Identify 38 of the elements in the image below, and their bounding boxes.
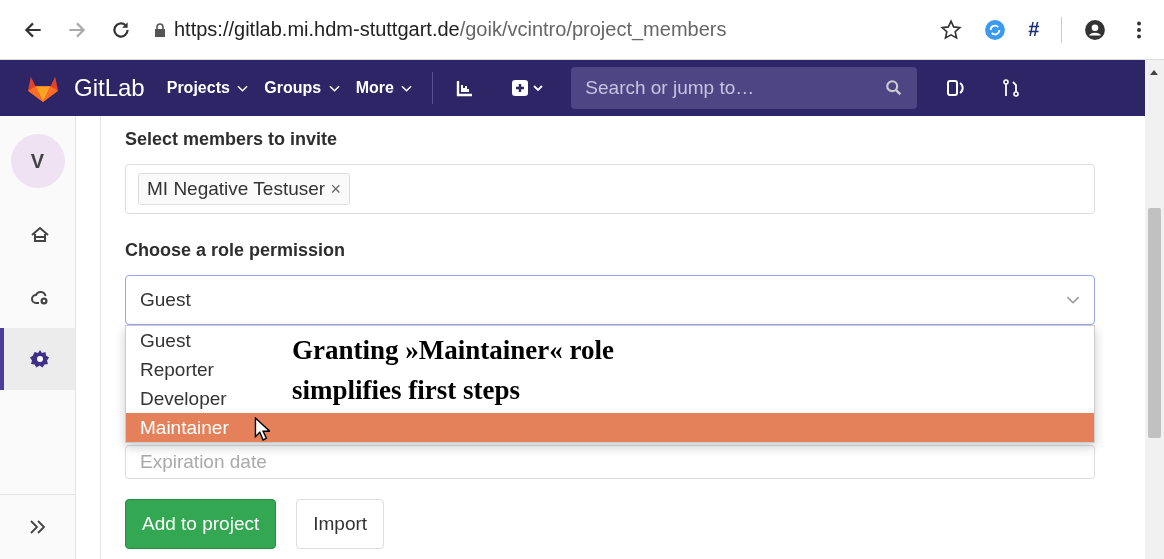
cursor-icon	[254, 417, 270, 441]
search-icon[interactable]	[885, 79, 904, 97]
nav-menu[interactable]: Projects	[166, 79, 249, 97]
nav-menu[interactable]: Groups	[264, 79, 340, 97]
plus-dropdown-icon[interactable]	[511, 78, 546, 98]
role-option[interactable]: Guest	[126, 326, 199, 355]
star-icon[interactable]	[939, 18, 962, 41]
import-button[interactable]: Import	[296, 499, 385, 549]
chevron-down-icon	[1066, 295, 1080, 305]
role-label: Choose a role permission	[125, 240, 347, 261]
role-option[interactable]: Developer	[126, 384, 235, 413]
issues-icon[interactable]	[945, 78, 966, 98]
account-icon[interactable]	[1084, 18, 1106, 41]
extension-icon[interactable]: #	[1027, 18, 1039, 41]
address-url[interactable]: https://gitlab.mi.hdm-stuttgart.de/goik/vcintro/project_members	[174, 18, 918, 41]
scrollbar[interactable]	[1145, 60, 1164, 559]
members-label: Select members to invite	[125, 129, 339, 150]
brand-name[interactable]: GitLab	[74, 74, 145, 102]
home-icon	[29, 225, 50, 245]
settings-icon	[29, 349, 50, 369]
member-token: MI Negative Testuser ×	[138, 173, 350, 205]
nav-menu[interactable]: More	[355, 79, 413, 97]
remove-token-button[interactable]: ×	[330, 179, 341, 199]
scroll-up-icon[interactable]	[1149, 68, 1159, 76]
merge-request-icon[interactable]	[1001, 78, 1022, 98]
sync-icon[interactable]	[983, 18, 1006, 41]
role-select[interactable]: Guest	[125, 275, 1095, 325]
lock-icon	[154, 22, 166, 37]
caret-down-icon	[328, 85, 340, 93]
caret-down-icon	[401, 85, 413, 93]
sidebar-item[interactable]	[0, 328, 75, 390]
search-field[interactable]: Search or jump to…	[571, 67, 918, 109]
project-avatar[interactable]: V	[10, 134, 65, 188]
expiration-date-field[interactable]: Expiration date	[125, 445, 1095, 479]
role-option[interactable]: Reporter	[126, 355, 222, 384]
caret-down-icon	[237, 85, 249, 93]
annotation-text: Granting »Maintainer« role simplifies first steps	[292, 334, 615, 407]
members-field[interactable]: MI Negative Testuser ×	[125, 164, 1095, 214]
